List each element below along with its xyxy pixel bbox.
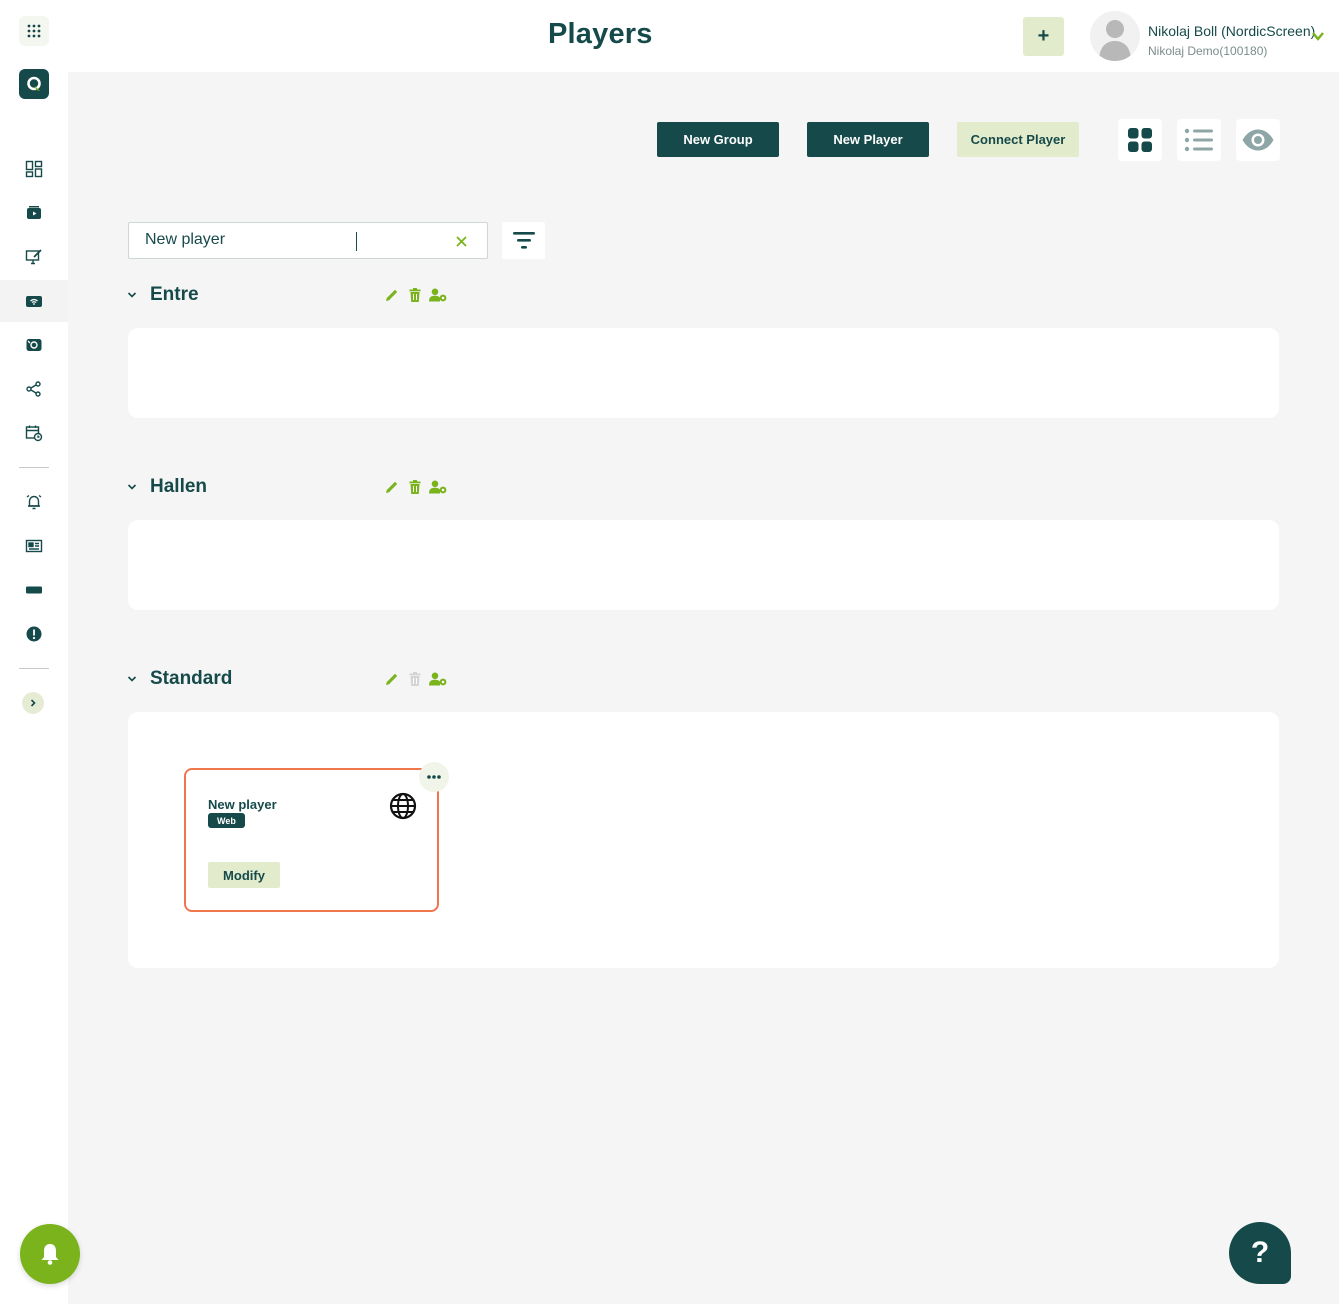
group-title: Standard xyxy=(150,668,233,689)
user-settings-icon[interactable] xyxy=(429,478,447,496)
add-button[interactable]: + xyxy=(1023,17,1064,56)
sidebar-divider xyxy=(19,467,49,468)
avatar[interactable] xyxy=(1090,11,1140,61)
share-icon[interactable] xyxy=(18,375,50,403)
new-group-button[interactable]: New Group xyxy=(657,122,779,157)
sidebar xyxy=(0,0,80,1304)
text-caret xyxy=(356,232,357,251)
grid-view-icon[interactable] xyxy=(1118,119,1162,161)
new-player-button[interactable]: New Player xyxy=(807,122,929,157)
content-edit-icon[interactable] xyxy=(18,243,50,271)
edit-pencil-icon[interactable] xyxy=(383,286,401,304)
delete-trash-icon[interactable] xyxy=(406,478,424,496)
chevron-down-icon[interactable] xyxy=(126,673,138,685)
group-header-standard: Standard xyxy=(126,667,456,693)
delete-trash-icon[interactable] xyxy=(406,286,424,304)
ticker-icon[interactable] xyxy=(18,576,50,604)
search-input[interactable] xyxy=(145,231,435,249)
edit-pencil-icon[interactable] xyxy=(383,670,401,688)
schedule-icon[interactable] xyxy=(18,419,50,447)
globe-icon xyxy=(389,792,417,820)
help-button[interactable]: ? xyxy=(1229,1222,1291,1284)
delete-trash-icon xyxy=(406,670,424,688)
user-name[interactable]: Nikolaj Boll (NordicScreen) xyxy=(1148,23,1315,39)
preview-eye-icon[interactable] xyxy=(1236,119,1280,161)
player-card[interactable]: New player Web Modify xyxy=(184,768,439,912)
alarm-icon[interactable] xyxy=(18,488,50,516)
news-icon[interactable] xyxy=(18,532,50,560)
edit-pencil-icon[interactable] xyxy=(383,478,401,496)
list-view-icon[interactable] xyxy=(1177,119,1221,161)
dashboard-icon[interactable] xyxy=(18,155,50,183)
group-panel-entre xyxy=(128,328,1279,418)
user-settings-icon[interactable] xyxy=(429,670,447,688)
search-field[interactable] xyxy=(128,222,488,259)
chevron-down-icon[interactable] xyxy=(1311,30,1325,42)
group-header-hallen: Hallen xyxy=(126,475,456,501)
user-organization: Nikolaj Demo(100180) xyxy=(1148,44,1268,58)
expand-icon[interactable] xyxy=(22,692,44,714)
media-icon[interactable] xyxy=(18,199,50,227)
page-title: Players xyxy=(548,18,653,50)
group-header-entre: Entre xyxy=(126,283,456,309)
sidebar-divider xyxy=(19,668,49,669)
chevron-down-icon[interactable] xyxy=(126,289,138,301)
more-options-icon[interactable] xyxy=(419,762,449,792)
alert-icon[interactable] xyxy=(18,620,50,648)
filter-icon[interactable] xyxy=(502,222,545,259)
notifications-bell-icon[interactable] xyxy=(20,1224,80,1284)
chevron-down-icon[interactable] xyxy=(126,481,138,493)
player-type-badge: Web xyxy=(208,813,245,828)
logo-icon[interactable] xyxy=(19,69,49,99)
modify-button[interactable]: Modify xyxy=(208,862,280,888)
players-icon[interactable] xyxy=(18,287,50,315)
user-settings-icon[interactable] xyxy=(429,286,447,304)
screens-icon[interactable] xyxy=(18,331,50,359)
player-name: New player xyxy=(208,797,277,812)
group-title: Hallen xyxy=(150,476,208,497)
connect-player-button[interactable]: Connect Player xyxy=(957,122,1079,157)
apps-grid-icon[interactable] xyxy=(19,16,49,46)
group-title: Entre xyxy=(150,284,199,305)
clear-icon[interactable] xyxy=(452,232,470,250)
group-panel-hallen xyxy=(128,520,1279,610)
